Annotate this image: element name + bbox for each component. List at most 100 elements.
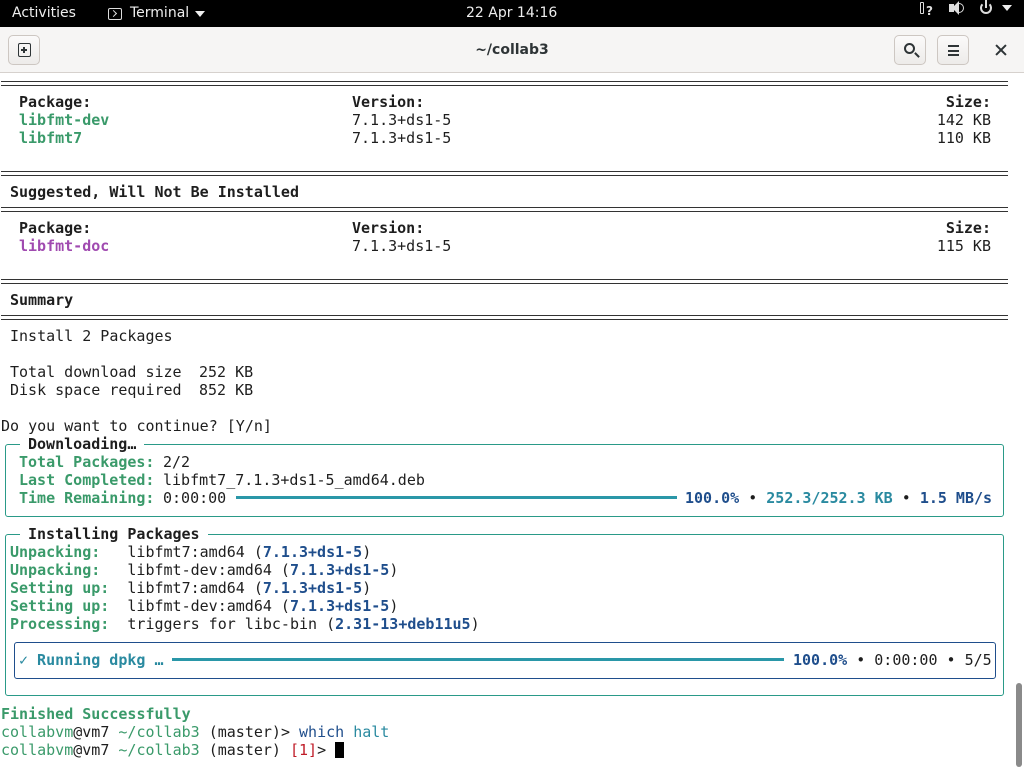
pad xyxy=(109,615,118,633)
volume-icon xyxy=(948,0,964,16)
download-stats: 100.0% • 252.3/252.3 KB • 1.5 MB/s xyxy=(685,489,992,507)
install-log-line: Setting up: libfmt-dev:amd64 (7.1.3+ds1-… xyxy=(10,597,399,615)
exit-code: [1] xyxy=(290,741,318,759)
close-icon xyxy=(994,43,1008,57)
prompt-branch: (master) xyxy=(208,741,281,759)
install-percent: 100.0% xyxy=(793,651,848,669)
install-stats: 100.0% • 0:00:00 • 5/5 xyxy=(793,651,992,669)
prompt-branch: (master) xyxy=(208,723,281,741)
table-header-package: Package: xyxy=(19,219,92,237)
package-version: 7.1.3+ds1-5 xyxy=(352,111,452,129)
hamburger-menu-icon xyxy=(948,45,959,56)
download-bytes: 252.3/252.3 KB xyxy=(766,489,893,507)
install-log-line: Unpacking: libfmt7:amd64 (7.1.3+ds1-5) xyxy=(10,543,372,561)
activities-button[interactable]: Activities xyxy=(12,0,76,27)
separator-rule xyxy=(1,279,1008,284)
bullet: • xyxy=(946,651,956,669)
window-title: ~/collab3 xyxy=(475,42,549,58)
pad xyxy=(109,597,118,615)
app-menu-label: Terminal xyxy=(130,5,190,21)
install-version: 7.1.3+ds1-5 xyxy=(289,597,390,615)
suggested-heading: Suggested, Will Not Be Installed xyxy=(10,183,299,201)
clock[interactable]: 22 Apr 14:16 xyxy=(466,0,557,27)
install-target: libfmt7:amd64 xyxy=(127,579,245,597)
package-size: 110 KB xyxy=(936,129,991,147)
install-version: 7.1.3+ds1-5 xyxy=(289,561,390,579)
summary-download-label: Total download size xyxy=(10,363,182,381)
prompt-path: ~/collab3 xyxy=(118,741,200,759)
install-log-line: Unpacking: libfmt-dev:amd64 (7.1.3+ds1-5… xyxy=(10,561,399,579)
install-version: 7.1.3+ds1-5 xyxy=(262,579,363,597)
download-speed: 1.5 MB/s xyxy=(919,489,993,507)
install-count: 5/5 xyxy=(964,651,992,669)
menu-button[interactable] xyxy=(937,35,969,65)
total-packages-label: Total Packages: xyxy=(19,453,155,471)
install-version: 7.1.3+ds1-5 xyxy=(262,543,363,561)
separator-rule xyxy=(1,81,1008,86)
prompt-host: vm7 xyxy=(82,741,110,759)
package-version: 7.1.3+ds1-5 xyxy=(352,129,452,147)
prompt-path: ~/collab3 xyxy=(118,723,200,741)
app-menu[interactable]: Terminal xyxy=(108,0,206,27)
summary-install-line: Install 2 Packages xyxy=(10,327,173,345)
gnome-top-bar: Activities Terminal 22 Apr 14:16 xyxy=(0,0,1024,27)
pad xyxy=(100,543,118,561)
install-target: triggers for libc-bin xyxy=(127,615,318,633)
table-header-size: Size: xyxy=(945,219,991,237)
package-version: 7.1.3+ds1-5 xyxy=(352,237,452,255)
package-name: libfmt-doc xyxy=(19,237,110,255)
pad xyxy=(100,561,118,579)
scrollbar[interactable] xyxy=(1016,683,1022,767)
new-tab-button[interactable] xyxy=(8,35,40,65)
install-action: Processing: xyxy=(10,615,110,633)
prompt-at: @ xyxy=(73,741,83,759)
bullet: • xyxy=(856,651,866,669)
separator-rule xyxy=(1,315,1008,320)
table-header-version: Version: xyxy=(352,93,425,111)
download-progress-bar xyxy=(236,496,677,499)
install-time: 0:00:00 xyxy=(874,651,938,669)
system-tray[interactable] xyxy=(918,0,1012,25)
install-target: libfmt-dev:amd64 xyxy=(127,561,272,579)
running-dpkg-label: ✓ Running dpkg … xyxy=(19,651,164,669)
separator-rule xyxy=(1,171,1008,176)
table-header-version: Version: xyxy=(352,219,425,237)
time-remaining-label: Time Remaining: xyxy=(19,489,155,507)
install-target: libfmt7:amd64 xyxy=(127,543,245,561)
time-remaining-value: 0:00:00 xyxy=(163,489,227,507)
chevron-down-icon xyxy=(1002,5,1012,11)
summary-disk-value: 852 KB xyxy=(199,381,254,399)
install-action: Unpacking: xyxy=(10,561,101,579)
chevron-down-icon xyxy=(195,10,206,17)
terminal-output[interactable]: Package: Version: Size: libfmt-dev 7.1.3… xyxy=(0,73,1024,768)
network-icon xyxy=(918,0,934,25)
summary-download-value: 252 KB xyxy=(199,363,254,381)
table-header-size: Size: xyxy=(945,93,991,111)
install-action: Setting up: xyxy=(10,597,110,615)
total-packages-value: 2/2 xyxy=(163,453,191,471)
text-cursor xyxy=(335,742,345,758)
search-button[interactable] xyxy=(894,35,926,65)
downloading-title: Downloading… xyxy=(20,435,145,453)
command-arg: halt xyxy=(353,723,390,741)
search-icon xyxy=(904,43,915,54)
bullet: • xyxy=(748,489,758,507)
terminal-header-bar: ~/collab3 xyxy=(0,27,1024,73)
new-tab-icon xyxy=(18,43,31,57)
summary-disk-label: Disk space required xyxy=(10,381,182,399)
install-action: Unpacking: xyxy=(10,543,101,561)
last-completed-value: libfmt7_7.1.3+ds1-5_amd64.deb xyxy=(163,471,425,489)
prompt-user: collabvm xyxy=(1,723,74,741)
package-size: 115 KB xyxy=(936,237,991,255)
prompt-arrow: > xyxy=(317,741,327,759)
install-version: 2.31-13+deb11u5 xyxy=(335,615,471,633)
shell-prompt-line[interactable]: collabvm@vm7 ~/collab3 (master) [1]> xyxy=(1,741,345,759)
close-button[interactable] xyxy=(985,35,1017,65)
prompt-user: collabvm xyxy=(1,741,74,759)
installing-title: Installing Packages xyxy=(20,525,208,543)
finished-message: Finished Successfully xyxy=(1,705,191,723)
install-progress-bar xyxy=(172,658,784,661)
summary-heading: Summary xyxy=(10,291,74,309)
package-name: libfmt7 xyxy=(19,129,83,147)
install-log-line: Setting up: libfmt7:amd64 (7.1.3+ds1-5) xyxy=(10,579,372,597)
